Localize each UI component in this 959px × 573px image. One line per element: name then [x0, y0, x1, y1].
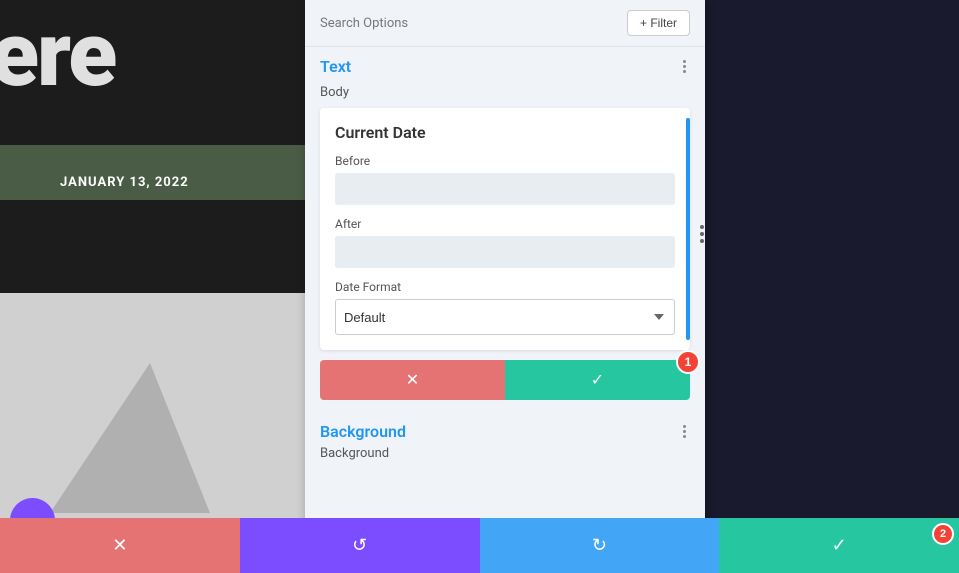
badge-2: 2 — [932, 523, 954, 545]
badge-1: 1 — [676, 350, 700, 374]
confirm-button[interactable]: ✓ 1 — [505, 360, 690, 400]
toolbar-confirm-button[interactable]: ✓ 2 — [719, 518, 959, 573]
toolbar-cancel-icon: ✕ — [112, 535, 127, 556]
confirm-icon: ✓ — [591, 370, 604, 390]
toolbar-undo-button[interactable]: ↺ — [240, 518, 480, 573]
dot1 — [683, 60, 686, 63]
after-label: After — [335, 217, 675, 231]
bg-section-header: Background — [305, 412, 705, 446]
toolbar-undo-icon: ↺ — [352, 535, 367, 556]
before-label: Before — [335, 154, 675, 168]
dot3 — [683, 70, 686, 73]
current-date-card: Current Date Before After Date Format De… — [320, 108, 690, 350]
dot2 — [683, 65, 686, 68]
options-panel: Search Options + Filter Text Body Curren… — [305, 0, 705, 573]
text-section-title: Text — [320, 57, 351, 76]
text-section-menu[interactable] — [679, 58, 690, 75]
side-dots-decoration — [700, 225, 704, 243]
page-background: ere JANUARY 13, 2022 — [0, 0, 305, 573]
before-input[interactable] — [335, 173, 675, 205]
side-dot1 — [700, 225, 704, 229]
bg-green-bar — [0, 145, 305, 200]
right-background — [704, 0, 959, 573]
toolbar-redo-icon: ↻ — [592, 535, 607, 556]
background-section: Background Background — [305, 412, 705, 469]
bottom-toolbar: ✕ ↺ ↻ ✓ 2 — [0, 518, 959, 573]
bg-date: JANUARY 13, 2022 — [60, 175, 189, 190]
search-options-label: Search Options — [320, 16, 408, 31]
toolbar-redo-button[interactable]: ↻ — [480, 518, 720, 573]
dot3 — [683, 435, 686, 438]
text-body-label: Body — [305, 81, 705, 108]
toolbar-cancel-button[interactable]: ✕ — [0, 518, 240, 573]
text-section: Text Body Current Date Before After Date… — [305, 47, 705, 400]
dot2 — [683, 430, 686, 433]
text-section-header: Text — [305, 47, 705, 81]
cancel-icon: ✕ — [406, 370, 419, 390]
bg-section-menu[interactable] — [679, 423, 690, 440]
bg-triangle — [50, 363, 210, 513]
side-dot2 — [700, 232, 704, 236]
panel-body: Text Body Current Date Before After Date… — [305, 47, 705, 573]
bg-sub-label: Background — [305, 446, 705, 469]
after-input[interactable] — [335, 236, 675, 268]
bg-text: ere — [0, 10, 115, 100]
card-title: Current Date — [335, 123, 675, 142]
panel-header: Search Options + Filter — [305, 0, 705, 47]
toolbar-confirm-icon: ✓ — [832, 535, 847, 556]
bg-section-title: Background — [320, 422, 406, 441]
filter-button[interactable]: + Filter — [627, 10, 690, 36]
cancel-button[interactable]: ✕ — [320, 360, 505, 400]
dot1 — [683, 425, 686, 428]
side-dot3 — [700, 239, 704, 243]
scroll-indicator — [686, 118, 690, 340]
card-actions: ✕ ✓ 1 — [320, 360, 690, 400]
date-format-select[interactable]: Default Short Long Custom — [335, 299, 675, 335]
date-format-label: Date Format — [335, 280, 675, 294]
